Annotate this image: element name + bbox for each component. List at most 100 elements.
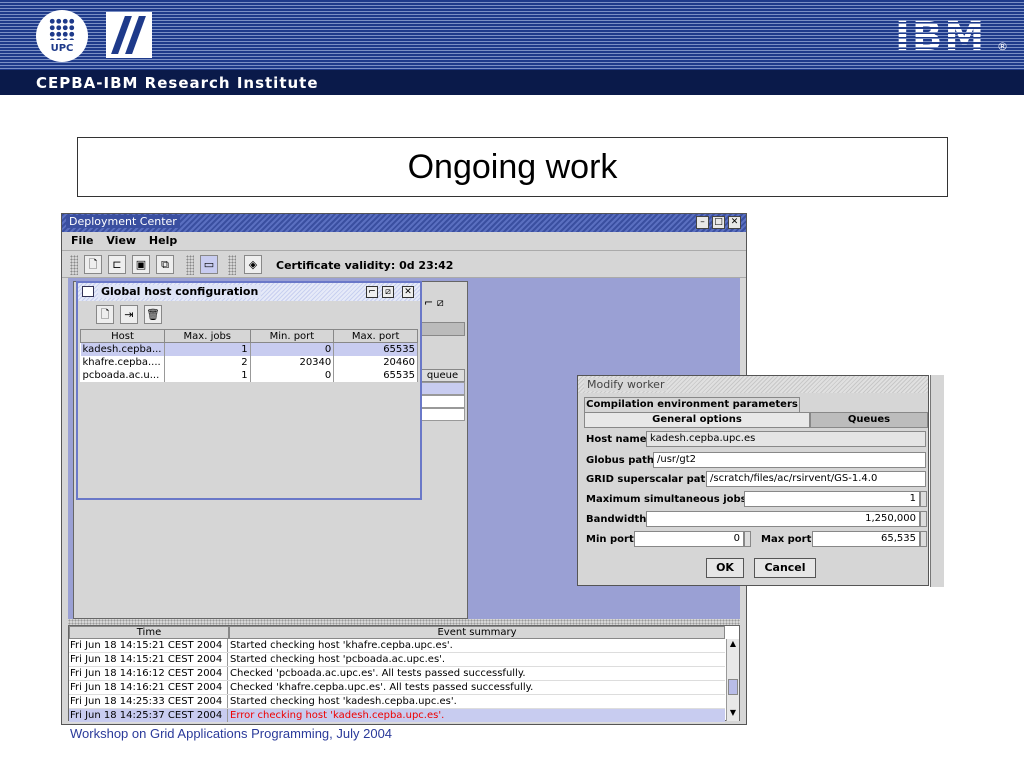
min-port-label: Min port — [586, 534, 634, 545]
ibm-logo: IBM — [895, 14, 987, 60]
host-name-label: Host name — [586, 434, 647, 445]
max-jobs-spinner[interactable] — [920, 491, 927, 507]
min-port-cell: 20340 — [250, 355, 335, 369]
column-header-event[interactable]: Event summary — [229, 626, 725, 639]
window-title: Deployment Center — [66, 215, 180, 228]
event-log: Time Event summary Fri Jun 18 14:15:21 C… — [68, 625, 740, 723]
log-time: Fri Jun 18 14:25:33 CEST 2004 — [70, 695, 228, 708]
log-row[interactable]: Fri Jun 18 14:25:33 CEST 2004 Started ch… — [69, 695, 725, 709]
max-port-cell: 65535 — [333, 368, 418, 382]
save-icon[interactable]: ▣ — [132, 255, 150, 274]
log-row[interactable]: Fri Jun 18 14:15:21 CEST 2004 Started ch… — [69, 639, 725, 653]
tab-compilation-env[interactable]: Compilation environment parameters — [584, 397, 800, 413]
frame-title: Global host configuration — [98, 285, 262, 298]
host-table: Host Max. jobs Min. port Max. port kades… — [80, 329, 418, 382]
background-bar — [420, 322, 465, 336]
min-port-cell: 0 — [250, 368, 335, 382]
column-header-max-jobs[interactable]: Max. jobs — [163, 329, 251, 343]
close-icon[interactable]: ✕ — [728, 216, 741, 229]
open-folder-icon[interactable]: ⊏ — [108, 255, 126, 274]
min-port-spinner[interactable] — [744, 531, 751, 547]
toolbar-grip[interactable] — [228, 255, 236, 275]
log-row-error[interactable]: Fri Jun 18 14:25:37 CEST 2004 Error chec… — [69, 709, 725, 723]
add-host-icon[interactable]: 🗋 — [96, 305, 114, 324]
log-scrollbar[interactable]: ▲ ▼ — [726, 639, 739, 721]
log-row[interactable]: Fri Jun 18 14:15:21 CEST 2004 Started ch… — [69, 653, 725, 667]
certificate-icon[interactable]: ◈ — [244, 255, 262, 274]
log-time: Fri Jun 18 14:15:21 CEST 2004 — [70, 653, 228, 666]
toolbar-grip[interactable] — [70, 255, 78, 275]
min-port-field[interactable]: 0 — [634, 531, 744, 547]
dialog-title: Modify worker — [584, 378, 668, 391]
new-file-icon[interactable]: 🗋 — [84, 255, 102, 274]
cancel-button[interactable]: Cancel — [754, 558, 816, 578]
maximize-icon[interactable]: ⧄ — [382, 286, 394, 298]
tab-general-options[interactable]: General options — [584, 412, 810, 428]
host-cell: pcboada.ac.u... — [80, 368, 165, 382]
scroll-up-icon[interactable]: ▲ — [727, 639, 739, 651]
host-name-field[interactable]: kadesh.cepba.upc.es — [646, 431, 926, 447]
bandwidth-spinner[interactable] — [920, 511, 927, 527]
table-row[interactable] — [420, 395, 465, 408]
log-event-error: Error checking host 'kadesh.cepba.upc.es… — [230, 710, 445, 721]
column-header-max-port[interactable]: Max. port — [333, 329, 418, 343]
menu-view[interactable]: View — [106, 234, 136, 247]
column-header-host[interactable]: Host — [80, 329, 165, 343]
close-icon[interactable]: ✕ — [402, 286, 414, 298]
max-jobs-field[interactable]: 1 — [744, 491, 920, 507]
frame-titlebar[interactable]: Global host configuration ⌐ ⧄ ✕ — [78, 283, 420, 301]
globus-path-label: Globus path — [586, 455, 655, 466]
frame-controls[interactable]: ⌐ ⧄ — [424, 296, 444, 310]
scroll-down-icon[interactable]: ▼ — [727, 708, 739, 720]
max-jobs-cell: 1 — [164, 342, 251, 356]
upc-logo-text: UPC — [50, 43, 74, 54]
bandwidth-field[interactable]: 1,250,000 — [646, 511, 920, 527]
column-header-time[interactable]: Time — [69, 626, 229, 639]
gridss-path-field[interactable]: /scratch/files/ac/rsirvent/GS-1.4.0 — [706, 471, 926, 487]
column-header-min-port[interactable]: Min. port — [249, 329, 335, 343]
max-port-cell: 65535 — [333, 342, 418, 356]
table-row[interactable]: khafre.cepba.... 2 20340 20460 — [80, 355, 418, 369]
trash-icon[interactable]: 🗑 — [144, 305, 162, 324]
table-row[interactable] — [420, 408, 465, 421]
log-event: Checked 'khafre.cepba.upc.es'. All tests… — [230, 682, 534, 693]
save-as-icon[interactable]: ⧉ — [156, 255, 174, 274]
gridss-path-label: GRID superscalar path — [586, 474, 713, 485]
log-row[interactable]: Fri Jun 18 14:16:21 CEST 2004 Checked 'k… — [69, 681, 725, 695]
log-time: Fri Jun 18 14:15:21 CEST 2004 — [70, 639, 228, 652]
scroll-thumb[interactable] — [728, 679, 738, 695]
upc-logo: UPC — [36, 10, 88, 62]
slide-footer: Workshop on Grid Applications Programmin… — [70, 726, 393, 741]
iconify-icon[interactable]: ⌐ — [366, 286, 378, 298]
bandwidth-label: Bandwidth — [586, 514, 647, 525]
table-row[interactable] — [420, 382, 465, 395]
tab-queues[interactable]: Queues — [810, 412, 928, 428]
right-edge-window — [930, 375, 944, 587]
queue-column-header[interactable]: queue — [420, 369, 465, 382]
frame-icon — [82, 286, 94, 297]
menu-help[interactable]: Help — [149, 234, 177, 247]
globus-path-field[interactable]: /usr/gt2 — [653, 452, 926, 468]
edit-host-icon[interactable]: ⇥ — [120, 305, 138, 324]
institute-bar: CEPBA-IBM Research Institute — [0, 70, 1024, 95]
menu-file[interactable]: File — [71, 234, 94, 247]
slide-title-box: Ongoing work — [77, 137, 948, 197]
ok-button[interactable]: OK — [706, 558, 744, 578]
max-jobs-cell: 1 — [164, 368, 251, 382]
max-port-spinner[interactable] — [920, 531, 927, 547]
max-jobs-cell: 2 — [164, 355, 251, 369]
minimize-icon[interactable]: – — [696, 216, 709, 229]
table-row[interactable]: pcboada.ac.u... 1 0 65535 — [80, 368, 418, 382]
dialog-titlebar[interactable]: Modify worker — [578, 376, 928, 393]
computer-icon[interactable]: ▭ — [200, 255, 218, 274]
log-row[interactable]: Fri Jun 18 14:16:12 CEST 2004 Checked 'p… — [69, 667, 725, 681]
window-titlebar[interactable]: Deployment Center – □ ✕ — [62, 214, 746, 232]
table-row[interactable]: kadesh.cepba... 1 0 65535 — [80, 342, 418, 356]
max-port-field[interactable]: 65,535 — [812, 531, 920, 547]
school-logo — [106, 12, 152, 58]
toolbar-grip[interactable] — [186, 255, 194, 275]
modify-worker-dialog: Modify worker Compilation environment pa… — [577, 375, 929, 586]
min-port-cell: 0 — [250, 342, 335, 356]
maximize-icon[interactable]: □ — [712, 216, 725, 229]
max-port-label: Max port — [761, 534, 812, 545]
